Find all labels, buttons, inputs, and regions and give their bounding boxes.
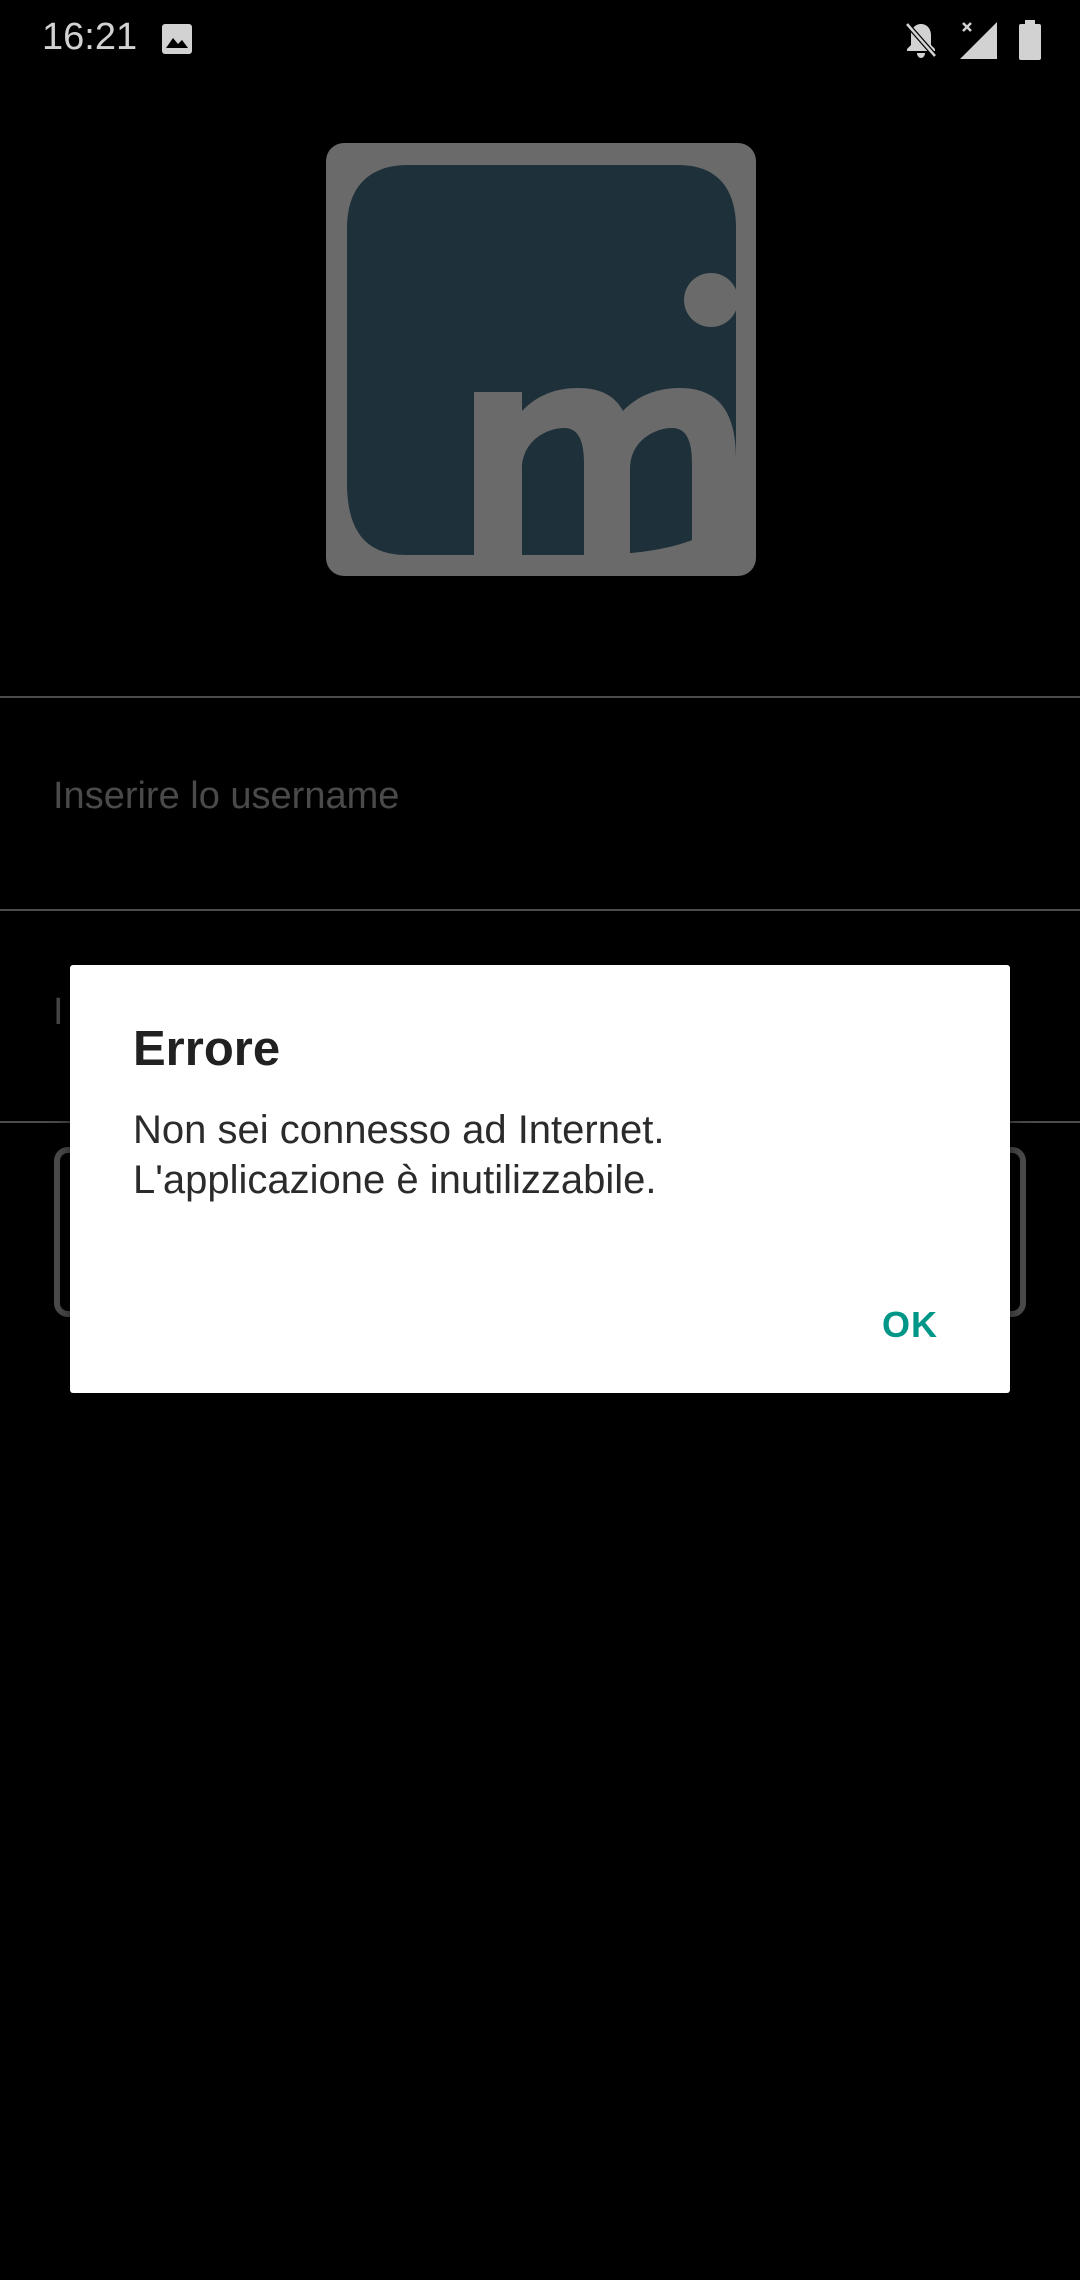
password-placeholder: I (53, 991, 64, 1033)
status-time: 16:21 (42, 16, 138, 58)
gallery-icon (162, 24, 192, 54)
app-logo (326, 143, 756, 576)
username-placeholder: Inserire lo username (53, 775, 400, 817)
dialog-message: Non sei connesso ad Internet. L'applicaz… (133, 1105, 953, 1205)
no-signal-icon (960, 22, 997, 59)
status-bar: 16:21 (0, 0, 1080, 80)
battery-icon (1019, 20, 1041, 60)
dialog-title: Errore (133, 1022, 281, 1076)
notifications-off-icon (905, 22, 937, 58)
status-icons (904, 18, 1042, 62)
login-screen: 16:21 Inserire lo username I Errore Non … (0, 0, 1080, 2280)
dialog-message-line-1: Non sei connesso ad Internet. (133, 1108, 665, 1152)
username-field[interactable]: Inserire lo username (0, 698, 1080, 910)
dialog-message-line-2: L'applicazione è inutilizzabile. (133, 1158, 657, 1202)
error-dialog: Errore Non sei connesso ad Internet. L'a… (70, 965, 1010, 1393)
ok-button[interactable]: OK (870, 1285, 950, 1365)
